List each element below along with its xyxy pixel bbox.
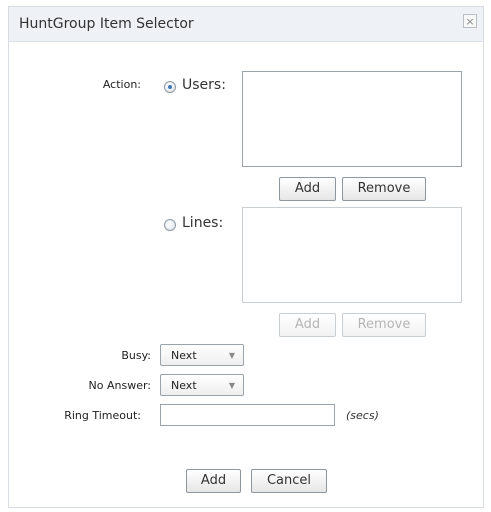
dialog-titlebar: HuntGroup Item Selector × (9, 7, 483, 42)
lines-add-button[interactable]: Add (279, 313, 336, 337)
no-answer-select[interactable]: Next ▼ (160, 374, 244, 396)
users-remove-button[interactable]: Remove (342, 177, 426, 201)
lines-listbox[interactable] (242, 207, 462, 303)
dialog-title: HuntGroup Item Selector (19, 16, 194, 32)
huntgroup-item-selector-dialog: HuntGroup Item Selector × Action: Users:… (8, 6, 484, 508)
users-radio-label[interactable]: Users: (182, 77, 226, 93)
footer-add-button[interactable]: Add (186, 469, 241, 493)
ring-timeout-units: (secs) (346, 409, 379, 422)
lines-remove-button[interactable]: Remove (342, 313, 426, 337)
chevron-down-icon: ▼ (228, 351, 235, 360)
busy-select[interactable]: Next ▼ (160, 344, 244, 366)
chevron-down-icon: ▼ (228, 381, 235, 390)
busy-select-value: Next (171, 349, 197, 362)
lines-radio[interactable] (164, 219, 176, 231)
ring-timeout-label: Ring Timeout: (64, 409, 141, 422)
no-answer-label: No Answer: (88, 379, 151, 392)
busy-label: Busy: (121, 349, 151, 362)
users-listbox[interactable] (242, 71, 462, 167)
users-radio[interactable] (164, 81, 176, 93)
ring-timeout-input[interactable] (160, 404, 335, 426)
cancel-button[interactable]: Cancel (251, 469, 327, 493)
lines-radio-label[interactable]: Lines: (182, 215, 223, 231)
action-label: Action: (102, 78, 141, 91)
close-icon[interactable]: × (463, 14, 477, 28)
users-add-button[interactable]: Add (279, 177, 336, 201)
no-answer-select-value: Next (171, 379, 197, 392)
